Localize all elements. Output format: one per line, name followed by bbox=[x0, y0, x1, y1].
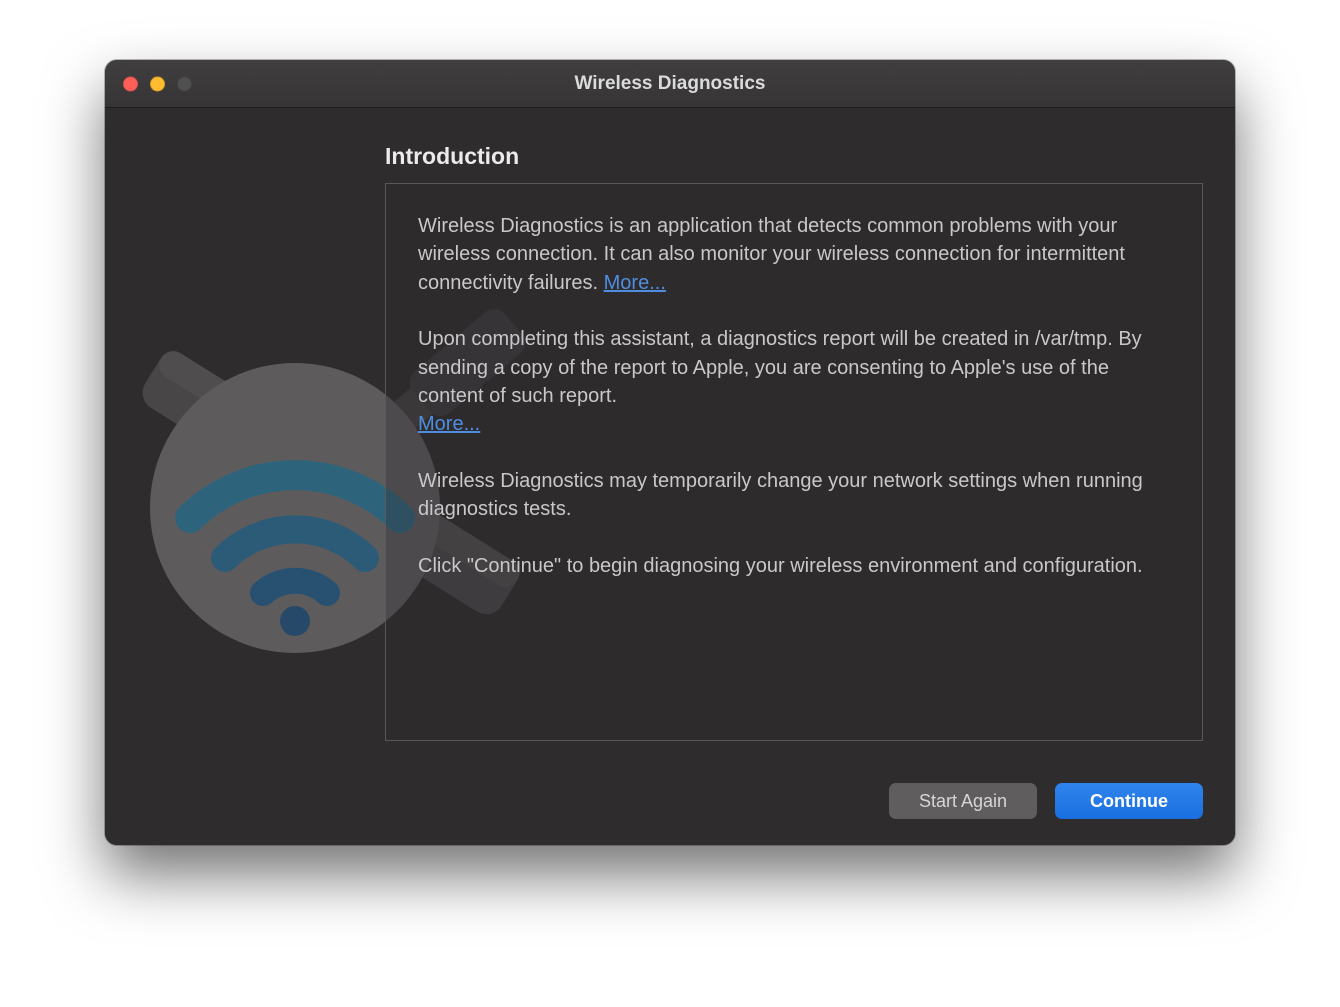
para2-text: Upon completing this assistant, a diagno… bbox=[418, 328, 1142, 407]
titlebar: Wireless Diagnostics bbox=[105, 60, 1235, 108]
intro-paragraph-3: Wireless Diagnostics may temporarily cha… bbox=[418, 467, 1170, 524]
zoom-window-button bbox=[177, 76, 192, 91]
para1-text: Wireless Diagnostics is an application t… bbox=[418, 215, 1125, 294]
footer-buttons: Start Again Continue bbox=[889, 783, 1203, 819]
intro-paragraph-2: Upon completing this assistant, a diagno… bbox=[418, 325, 1170, 439]
intro-paragraph-4: Click "Continue" to begin diagnosing you… bbox=[418, 552, 1170, 580]
more-link-1[interactable]: More... bbox=[604, 272, 666, 294]
close-window-button[interactable] bbox=[123, 76, 138, 91]
continue-button[interactable]: Continue bbox=[1055, 783, 1203, 819]
traffic-lights bbox=[123, 76, 192, 91]
page-heading: Introduction bbox=[385, 143, 519, 170]
start-again-button[interactable]: Start Again bbox=[889, 783, 1037, 819]
intro-paragraph-1: Wireless Diagnostics is an application t… bbox=[418, 212, 1170, 297]
wireless-diagnostics-window: Wireless Diagnostics Introdu bbox=[105, 60, 1235, 845]
intro-panel: Wireless Diagnostics is an application t… bbox=[385, 183, 1203, 741]
content-area: Introduction Wireless Diagnostics is an … bbox=[105, 108, 1235, 845]
more-link-2[interactable]: More... bbox=[418, 413, 480, 435]
minimize-window-button[interactable] bbox=[150, 76, 165, 91]
window-title: Wireless Diagnostics bbox=[575, 73, 766, 95]
